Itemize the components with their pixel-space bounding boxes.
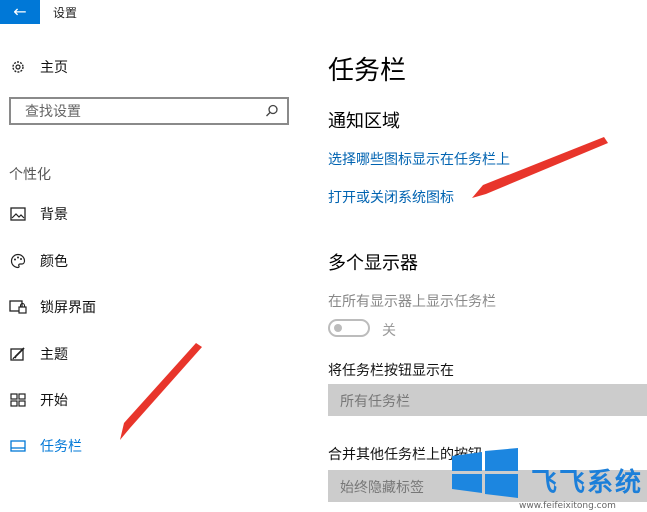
buttons-show-on-label: 将任务栏按钮显示在: [328, 363, 454, 379]
sidebar-item-label: 任务栏: [40, 439, 82, 455]
search-icon[interactable]: [265, 103, 279, 122]
theme-brush-icon: [9, 345, 27, 363]
sidebar-item-lockscreen[interactable]: 锁屏界面: [9, 295, 96, 319]
sidebar-item-label: 主题: [40, 347, 68, 363]
gear-icon: [9, 58, 27, 76]
show-on-all-displays-toggle[interactable]: [328, 319, 370, 337]
palette-icon: [9, 252, 27, 270]
lockscreen-icon: [9, 298, 27, 316]
sidebar-item-label: 锁屏界面: [40, 300, 96, 316]
main-content: 任务栏 通知区域 选择哪些图标显示在任务栏上 打开或关闭系统图标 多个显示器 在…: [328, 24, 647, 512]
search-input[interactable]: [23, 102, 257, 122]
section-header: 个性化: [9, 167, 51, 183]
sidebar-item-label: 主页: [40, 60, 68, 76]
back-arrow-icon: ←: [13, 2, 27, 21]
dropdown-value: 始终隐藏标签: [340, 480, 424, 496]
sidebar: 主页 个性化 背景 颜色 锁屏界面 主题 开始: [0, 24, 300, 512]
notification-area-heading: 通知区域: [328, 111, 400, 132]
sidebar-item-background[interactable]: 背景: [9, 202, 68, 226]
watermark-url: www.feifeixitong.com: [519, 501, 616, 511]
toggle-state-text: 关: [382, 323, 396, 339]
windows-logo-icon: [452, 448, 518, 498]
sidebar-item-label: 开始: [40, 393, 68, 409]
multiple-displays-heading: 多个显示器: [328, 253, 418, 274]
watermark-logo: 飞飞系统 www.feifeixitong.com: [445, 444, 647, 512]
start-tiles-icon: [9, 391, 27, 409]
sidebar-item-label: 颜色: [40, 254, 68, 270]
buttons-show-on-dropdown[interactable]: 所有任务栏: [328, 384, 647, 416]
back-button[interactable]: ←: [0, 0, 40, 24]
search-box[interactable]: [9, 97, 289, 125]
sidebar-item-label: 背景: [40, 207, 68, 223]
sidebar-item-start[interactable]: 开始: [9, 388, 68, 412]
page-title: 任务栏: [328, 56, 407, 86]
system-icons-link[interactable]: 打开或关闭系统图标: [328, 187, 454, 207]
show-on-all-displays-label: 在所有显示器上显示任务栏: [328, 294, 496, 310]
select-taskbar-icons-link[interactable]: 选择哪些图标显示在任务栏上: [328, 149, 510, 169]
watermark-brand: 飞飞系统: [531, 468, 644, 498]
sidebar-item-themes[interactable]: 主题: [9, 342, 68, 366]
sidebar-item-taskbar[interactable]: 任务栏: [9, 434, 82, 458]
app-title: 设置: [53, 6, 78, 20]
sidebar-item-colors[interactable]: 颜色: [9, 249, 68, 273]
title-bar: ← 设置: [0, 0, 647, 24]
taskbar-icon: [9, 437, 27, 455]
toggle-knob: [334, 324, 342, 332]
dropdown-value: 所有任务栏: [340, 394, 410, 410]
image-icon: [9, 205, 27, 223]
sidebar-item-home[interactable]: 主页: [9, 55, 68, 79]
